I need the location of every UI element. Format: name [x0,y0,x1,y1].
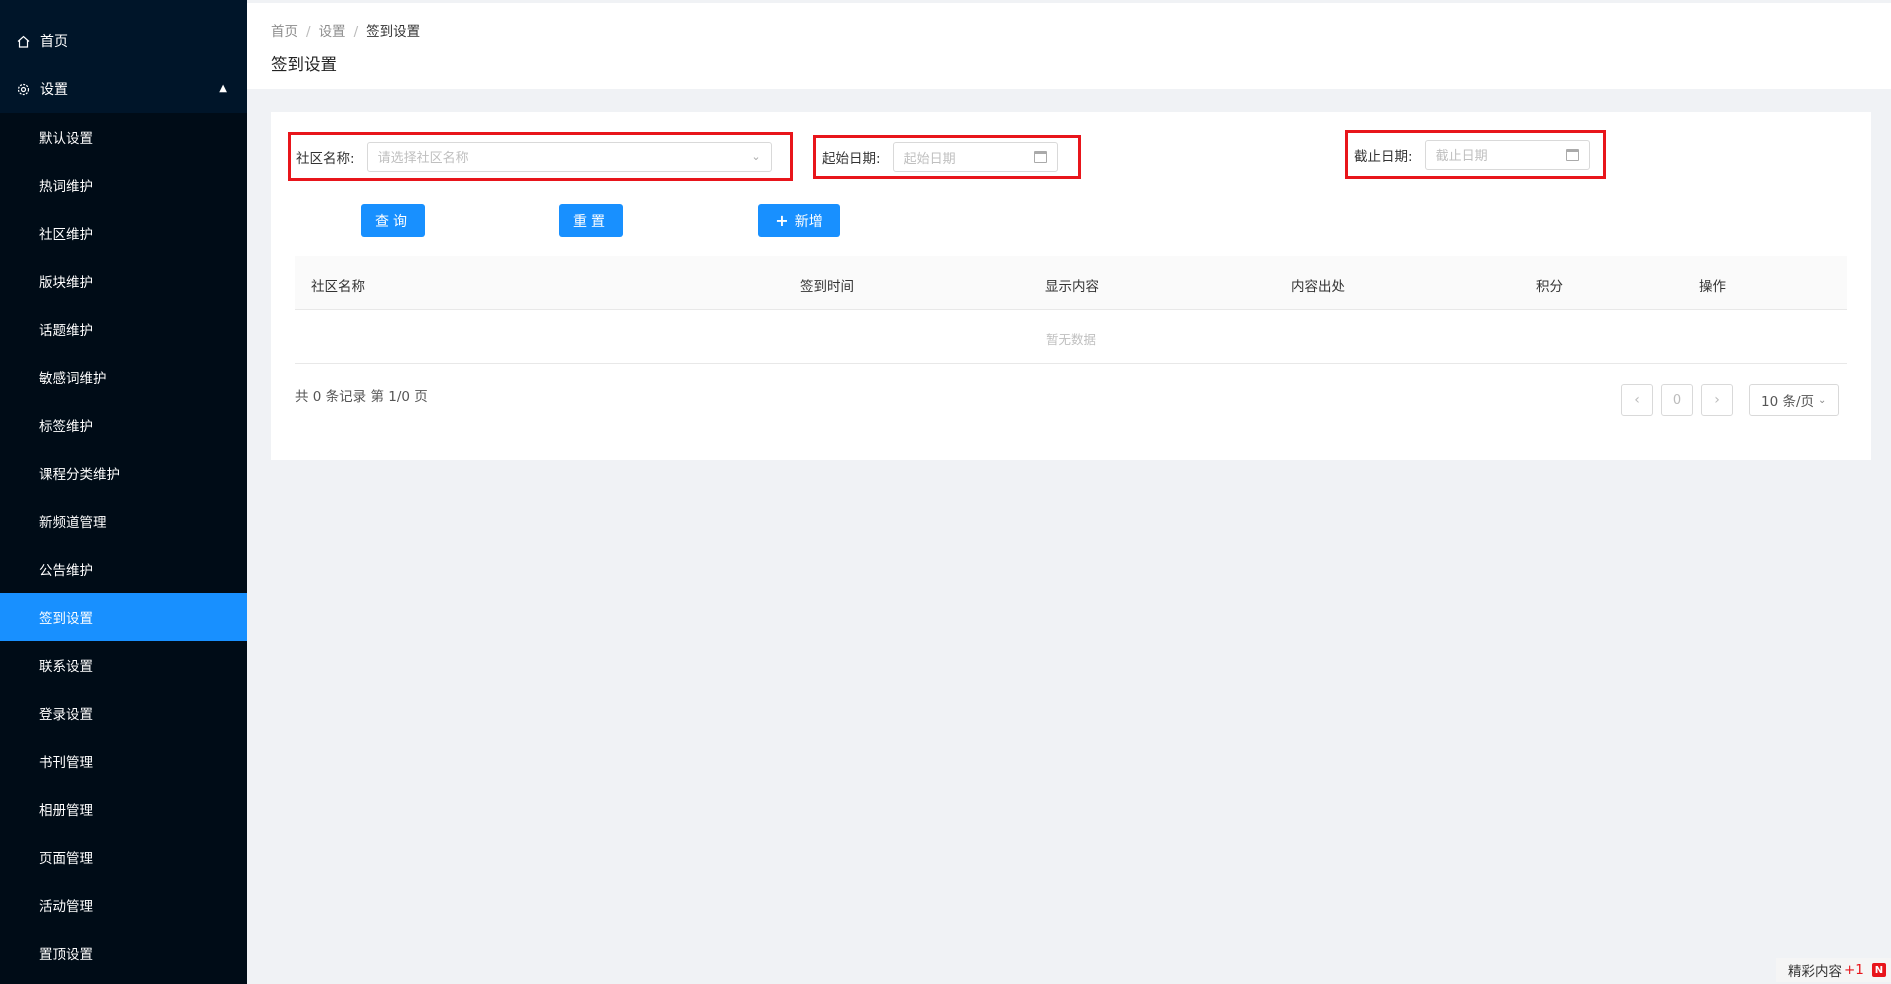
end-date-picker[interactable]: 截止日期 [1424,139,1590,170]
sidebar-item-books[interactable]: 书刊管理 [0,737,247,785]
badge-count: +1 [1844,962,1864,978]
column-header: 签到时间 [800,279,854,295]
breadcrumb-home[interactable]: 首页 [271,24,298,40]
sidebar-item-label: 首页 [40,34,68,50]
community-select[interactable]: 请选择社区名称 ⌄ [366,141,772,172]
end-date-filter: 截止日期: 截止日期 [1345,130,1606,179]
sidebar-item-topic[interactable]: 话题维护 [0,305,247,353]
breadcrumb-settings[interactable]: 设置 [319,24,346,40]
sidebar-group-settings[interactable]: 设置 ▲ [0,65,247,113]
sidebar-item-pin-settings[interactable]: 置顶设置 [0,929,247,977]
sidebar-item-announcement[interactable]: 公告维护 [0,545,247,593]
page-title: 签到设置 [271,55,337,74]
sidebar-item-new-channel[interactable]: 新频道管理 [0,497,247,545]
breadcrumb-current: 签到设置 [366,24,421,40]
sidebar-item-label: 社区维护 [39,227,93,243]
sidebar-item-label: 登录设置 [39,707,93,723]
page-size-select[interactable]: 10 条/页 ⌄ [1749,384,1839,416]
column-header: 内容出处 [1291,279,1345,295]
settings-submenu: 默认设置 热词维护 社区维护 版块维护 话题维护 敏感词维护 标签维护 课程分类… [0,113,247,984]
featured-content-badge[interactable]: 精彩内容 +1 N [1776,958,1891,982]
chevron-up-icon: ▲ [219,83,227,94]
add-button-label: 新增 [794,213,823,230]
sidebar-item-label: 相册管理 [39,803,93,819]
sidebar-item-label: 签到设置 [39,611,93,627]
sidebar-item-label: 页面管理 [39,851,93,867]
sidebar-item-label: 敏感词维护 [39,371,107,387]
table-empty-row: 暂无数据 [295,310,1847,364]
column-header: 积分 [1536,279,1563,295]
sidebar-item-hot-words[interactable]: 热词维护 [0,161,247,209]
sidebar-item-label: 公告维护 [39,563,93,579]
sidebar-item-label: 版块维护 [39,275,93,291]
sidebar-item-community[interactable]: 社区维护 [0,209,247,257]
start-date-placeholder: 起始日期 [903,151,956,167]
sidebar-item-sensitive-words[interactable]: 敏感词维护 [0,353,247,401]
column-header: 操作 [1699,279,1726,295]
record-summary: 共 0 条记录 第 1/0 页 [295,389,428,405]
sidebar-item-tags[interactable]: 标签维护 [0,401,247,449]
calendar-icon [1033,151,1047,163]
plus-icon: + [775,211,789,230]
main-card: 社区名称: 请选择社区名称 ⌄ 起始日期: 起始日期 截止日期: 截止日期 查询… [271,112,1871,460]
sidebar-item-label: 新频道管理 [39,515,107,531]
sidebar-item-home[interactable]: 首页 [0,17,247,65]
pagination: ‹ 0 › 10 条/页 ⌄ [1621,384,1871,417]
start-date-picker[interactable]: 起始日期 [892,142,1058,172]
column-header: 社区名称 [311,279,365,295]
start-date-label: 起始日期: [822,151,881,167]
sidebar-item-checkin-settings[interactable]: 签到设置 [0,593,247,641]
community-label: 社区名称: [296,150,355,167]
sidebar-item-label: 活动管理 [39,899,93,915]
chevron-left-icon: ‹ [1634,392,1640,408]
sidebar-item-pages[interactable]: 页面管理 [0,833,247,881]
home-icon [16,34,30,48]
sidebar-item-label: 课程分类维护 [39,467,120,483]
end-date-placeholder: 截止日期 [1435,149,1488,164]
sidebar-item-label: 热词维护 [39,179,93,195]
sidebar-group-label: 设置 [40,82,68,98]
search-button[interactable]: 查询 [361,204,425,237]
community-filter: 社区名称: 请选择社区名称 ⌄ [288,132,793,181]
reset-button[interactable]: 重置 [559,204,623,237]
sidebar-item-login[interactable]: 登录设置 [0,689,247,737]
page-size-value: 10 条/页 [1761,394,1815,410]
calendar-icon [1565,148,1579,161]
sidebar-item-label: 置顶设置 [39,947,93,963]
empty-text: 暂无数据 [1045,332,1097,347]
sidebar-item-label: 话题维护 [39,323,93,339]
page-header: 首页 / 设置 / 签到设置 签到设置 [247,3,1891,89]
chevron-right-icon: › [1714,392,1720,408]
sidebar-item-course-category[interactable]: 课程分类维护 [0,449,247,497]
sidebar-item-albums[interactable]: 相册管理 [0,785,247,833]
end-date-label: 截止日期: [1354,148,1413,165]
chevron-down-icon: ⌄ [751,149,761,163]
gear-icon [16,82,30,96]
chevron-down-icon: ⌄ [1818,394,1827,406]
community-placeholder: 请选择社区名称 [377,151,469,166]
start-date-filter: 起始日期: 起始日期 [813,135,1081,179]
badge-text: 精彩内容 [1788,964,1842,980]
sidebar-item-label: 联系设置 [39,659,93,675]
table-header: 社区名称 签到时间 显示内容 内容出处 积分 操作 [295,256,1847,310]
prev-page-button[interactable]: ‹ [1621,384,1653,416]
sidebar-item-contact[interactable]: 联系设置 [0,641,247,689]
logo-icon: N [1871,963,1886,977]
checkin-table: 社区名称 签到时间 显示内容 内容出处 积分 操作 暂无数据 [295,256,1847,364]
column-header: 显示内容 [1045,279,1099,295]
sidebar-item-activities[interactable]: 活动管理 [0,881,247,929]
add-button[interactable]: + 新增 [758,204,840,237]
sidebar-item-default-settings[interactable]: 默认设置 [0,113,247,161]
page-number[interactable]: 0 [1661,384,1693,416]
sidebar-item-label: 默认设置 [39,131,93,147]
sidebar-item-section[interactable]: 版块维护 [0,257,247,305]
sidebar-item-label: 书刊管理 [39,755,93,771]
sidebar-item-label: 标签维护 [39,419,93,435]
next-page-button[interactable]: › [1701,384,1733,416]
sidebar: 首页 设置 ▲ 默认设置 热词维护 社区维护 版块维护 话题维护 敏感词维护 标… [0,0,247,984]
breadcrumb: 首页 / 设置 / 签到设置 [271,24,421,40]
